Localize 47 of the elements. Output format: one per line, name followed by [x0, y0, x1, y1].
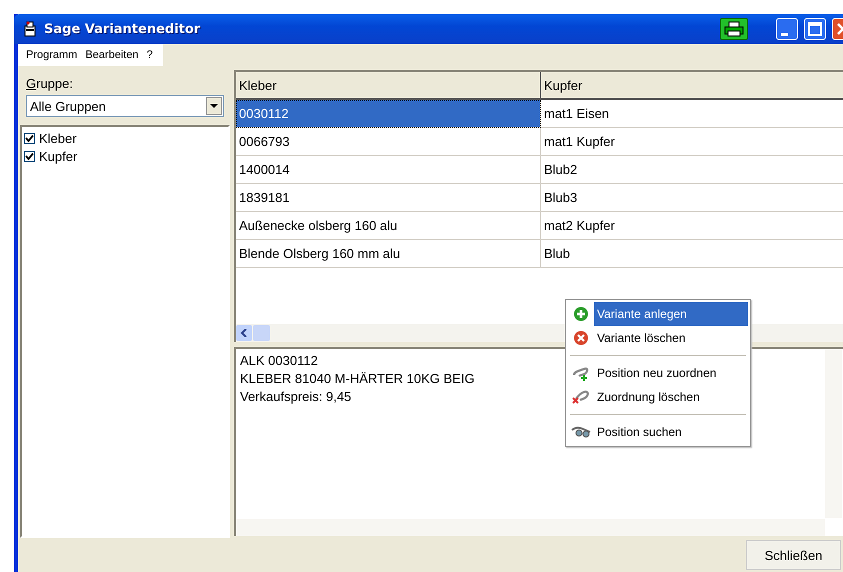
plus-icon	[573, 306, 589, 322]
scroll-thumb[interactable]	[253, 325, 270, 341]
context-menu-item[interactable]: Position suchen	[568, 420, 748, 444]
detail-text: ALK 0030112	[240, 352, 318, 370]
context-menu-item[interactable]: Position neu zuordnen	[568, 361, 748, 385]
group-dropdown[interactable]: Alle Gruppen	[26, 95, 224, 117]
printer-icon	[724, 21, 744, 37]
dropdown-arrow-icon	[210, 104, 218, 108]
group-label-text: Kleber	[39, 130, 77, 146]
table-cell[interactable]: Blub2	[541, 156, 843, 184]
column-header[interactable]: Kleber	[236, 72, 541, 100]
menu-item[interactable]: Programm	[22, 49, 82, 61]
table-cell[interactable]: mat2 Kupfer	[541, 212, 843, 240]
checkbox[interactable]	[24, 150, 35, 162]
detail-text: Verkaufspreis: 9,45	[240, 388, 352, 406]
delete-icon	[573, 330, 589, 346]
table-cell[interactable]: mat1 Eisen	[541, 100, 843, 128]
checkbox[interactable]	[24, 132, 35, 144]
table-cell[interactable]: Blende Olsberg 160 mm alu	[236, 240, 541, 268]
binoculars-icon	[571, 426, 591, 438]
window-title: Sage Varianteneditor	[44, 22, 200, 36]
context-menu-item[interactable]: Variante löschen	[568, 326, 748, 350]
detail-text: KLEBER 81040 M-HÄRTER 10KG BEIG	[240, 370, 475, 388]
link-add-icon	[572, 365, 590, 381]
minimize-icon	[780, 32, 788, 36]
close-window-button[interactable]: Schließen	[746, 540, 841, 570]
group-label-text: Kupfer	[39, 148, 78, 164]
menu-item[interactable]: Bearbeiten	[81, 49, 143, 61]
print-button[interactable]	[720, 18, 748, 40]
table-cell[interactable]: Blub	[541, 240, 843, 268]
table-cell[interactable]: 0066793	[236, 128, 541, 156]
table-cell[interactable]: 1400014	[236, 156, 541, 184]
maximize-icon	[805, 19, 825, 39]
scroll-left-icon	[240, 329, 248, 337]
minimize-button[interactable]	[776, 18, 798, 40]
table-cell[interactable]: Außenecke olsberg 160 alu	[236, 212, 541, 240]
menu-item[interactable]: ?	[142, 49, 157, 61]
table-cell[interactable]: Blub3	[541, 184, 843, 212]
app-icon	[22, 21, 38, 37]
table-cell[interactable]: mat1 Kupfer	[541, 128, 843, 156]
column-header[interactable]: Kupfer	[541, 72, 843, 100]
table-cell[interactable]: 1839181	[236, 184, 541, 212]
link-remove-icon	[572, 389, 590, 405]
group-label: Gruppe:	[25, 75, 73, 93]
context-menu-item[interactable]: Zuordnung löschen	[568, 385, 748, 409]
maximize-button[interactable]	[804, 18, 826, 40]
table-cell[interactable]: 0030112	[236, 100, 541, 128]
